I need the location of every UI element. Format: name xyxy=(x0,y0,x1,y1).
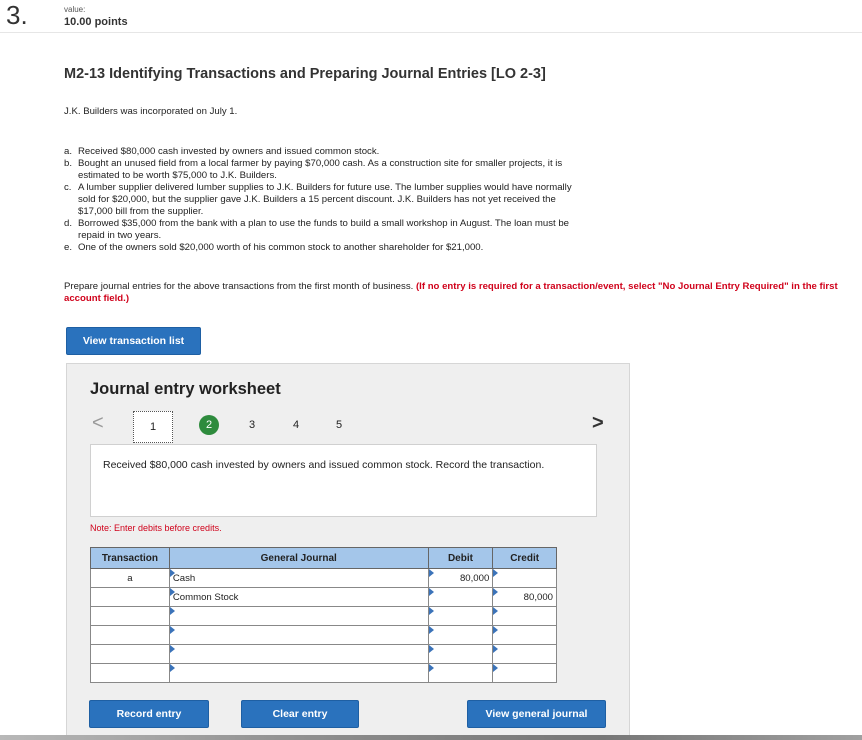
account-cell[interactable] xyxy=(168,625,429,645)
table-row xyxy=(90,625,557,645)
problem-intro: J.K. Builders was incorporated on July 1… xyxy=(64,106,238,117)
credit-cell[interactable] xyxy=(492,663,557,683)
dropdown-marker-icon xyxy=(169,664,175,672)
account-cell[interactable] xyxy=(168,606,429,626)
dropdown-marker-icon xyxy=(493,664,499,672)
debit-cell[interactable] xyxy=(427,663,494,683)
dropdown-marker-icon xyxy=(428,588,434,596)
debit-cell[interactable] xyxy=(427,625,494,645)
header-divider xyxy=(0,32,862,33)
debit-cell[interactable] xyxy=(427,587,494,607)
account-cell[interactable]: Cash xyxy=(168,568,429,588)
value-label: value: xyxy=(64,5,86,14)
dropdown-marker-icon xyxy=(493,607,499,615)
credit-cell[interactable] xyxy=(492,606,557,626)
step-5[interactable]: 5 xyxy=(331,417,347,433)
worksheet-title: Journal entry worksheet xyxy=(90,380,281,398)
dropdown-marker-icon xyxy=(169,645,175,653)
problem-title: M2-13 Identifying Transactions and Prepa… xyxy=(64,66,546,82)
view-general-journal-button[interactable]: View general journal xyxy=(467,700,606,728)
dropdown-marker-icon xyxy=(493,645,499,653)
transaction-cell[interactable] xyxy=(90,625,170,645)
column-header-credit: Credit xyxy=(492,547,557,569)
dropdown-marker-icon xyxy=(428,664,434,672)
view-transaction-list-button[interactable]: View transaction list xyxy=(66,327,201,355)
transaction-cell[interactable]: a xyxy=(90,568,170,588)
instructions-text: Prepare journal entries for the above tr… xyxy=(64,281,414,292)
record-entry-button[interactable]: Record entry xyxy=(89,700,209,728)
step-2[interactable]: 2 xyxy=(199,415,219,435)
question-number: 3. xyxy=(6,0,28,30)
step-4[interactable]: 4 xyxy=(288,417,304,433)
entry-note: Note: Enter debits before credits. xyxy=(90,523,222,533)
column-header-debit: Debit xyxy=(427,547,494,569)
journal-table: Transaction General Journal Debit Credit… xyxy=(90,547,557,683)
step-1[interactable]: 1 xyxy=(133,411,173,443)
window-bottom-bar xyxy=(0,735,862,740)
points-value: 10.00 points xyxy=(64,16,128,28)
list-item: e. One of the owners sold $20,000 worth o… xyxy=(64,242,484,253)
dropdown-marker-icon xyxy=(169,626,175,634)
dropdown-marker-icon xyxy=(428,626,434,634)
table-row: a Cash 80,000 xyxy=(90,568,557,588)
dropdown-marker-icon xyxy=(169,569,175,577)
debit-cell[interactable] xyxy=(427,606,494,626)
transaction-cell[interactable] xyxy=(90,644,170,664)
account-cell[interactable] xyxy=(168,644,429,664)
dropdown-marker-icon xyxy=(493,626,499,634)
dropdown-marker-icon xyxy=(428,569,434,577)
transaction-description: Received $80,000 cash invested by owners… xyxy=(90,444,597,517)
account-cell[interactable]: Common Stock xyxy=(168,587,429,607)
step-3[interactable]: 3 xyxy=(244,417,260,433)
account-cell[interactable] xyxy=(168,663,429,683)
transaction-cell[interactable] xyxy=(90,606,170,626)
column-header-general-journal: General Journal xyxy=(168,547,429,569)
list-item: c. A lumber supplier delivered lumber sup… xyxy=(64,182,572,217)
chevron-right-icon[interactable]: > xyxy=(592,412,604,435)
dropdown-marker-icon xyxy=(493,569,499,577)
list-item: a. Received $80,000 cash invested by owne… xyxy=(64,146,380,157)
credit-cell[interactable] xyxy=(492,644,557,664)
credit-cell[interactable] xyxy=(492,625,557,645)
list-item: b. Bought an unused field from a local fa… xyxy=(64,158,563,181)
instructions: Prepare journal entries for the above tr… xyxy=(64,281,854,305)
chevron-left-icon[interactable]: < xyxy=(92,412,104,435)
table-row xyxy=(90,644,557,664)
dropdown-marker-icon xyxy=(428,645,434,653)
debit-cell[interactable] xyxy=(427,644,494,664)
dropdown-marker-icon xyxy=(493,588,499,596)
transaction-list: a. Received $80,000 cash invested by owne… xyxy=(64,146,584,254)
table-row xyxy=(90,663,557,683)
credit-cell[interactable] xyxy=(492,568,557,588)
table-row: Common Stock 80,000 xyxy=(90,587,557,607)
clear-entry-button[interactable]: Clear entry xyxy=(241,700,359,728)
debit-cell[interactable]: 80,000 xyxy=(427,568,494,588)
dropdown-marker-icon xyxy=(169,588,175,596)
dropdown-marker-icon xyxy=(169,607,175,615)
dropdown-marker-icon xyxy=(428,607,434,615)
column-header-transaction: Transaction xyxy=(90,547,170,569)
credit-cell[interactable]: 80,000 xyxy=(492,587,557,607)
transaction-cell[interactable] xyxy=(90,587,170,607)
transaction-cell[interactable] xyxy=(90,663,170,683)
table-row xyxy=(90,606,557,626)
list-item: d. Borrowed $35,000 from the bank with a … xyxy=(64,218,569,241)
